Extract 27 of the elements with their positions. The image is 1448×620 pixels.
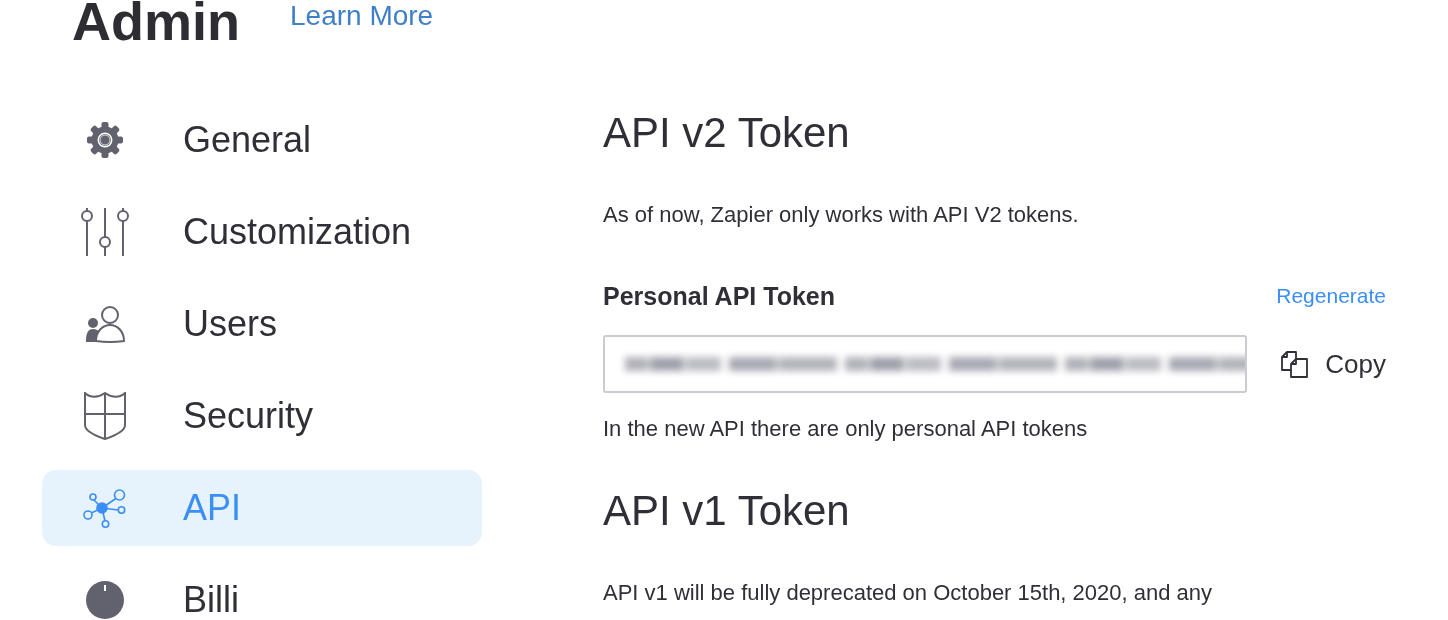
token-field[interactable] xyxy=(603,335,1247,393)
section-heading: API v2 Token xyxy=(603,109,851,157)
sidebar-item-label: General xyxy=(183,121,312,159)
learn-more-link[interactable]: Learn More xyxy=(290,0,434,32)
sidebar-item[interactable]: Security xyxy=(42,378,482,454)
section-note: As of now, Zapier only works with API V2 tokens. xyxy=(603,201,1080,229)
copy-button[interactable]: Copy xyxy=(1281,349,1386,379)
field-label: Personal API Token xyxy=(603,282,835,310)
shield-icon xyxy=(83,392,127,440)
sidebar-item-label: Customization xyxy=(183,213,412,251)
copy-icon xyxy=(1281,350,1309,378)
sidebar-item-label: Security xyxy=(183,397,314,435)
sidebar-item[interactable]: Customization xyxy=(42,194,482,270)
sliders-icon xyxy=(80,207,130,257)
sidebar-item[interactable]: Users xyxy=(42,286,482,362)
page-title: Admin xyxy=(72,0,240,48)
users-icon xyxy=(85,305,125,343)
sidebar-item-label: Billi xyxy=(183,581,239,619)
help-text: In the new API there are only personal API tokens xyxy=(603,415,1089,443)
section-note: API v1 will be fully deprecated on October 15th, 2020, and any xyxy=(603,579,1214,607)
sidebar-item[interactable]: Billi xyxy=(42,562,482,620)
sidebar-item-label: Users xyxy=(183,305,277,343)
gear-icon xyxy=(86,121,124,159)
network-icon xyxy=(83,488,127,528)
sidebar-item-label: API xyxy=(183,489,242,527)
section-heading: API v1 Token xyxy=(603,487,851,535)
sidebar-item[interactable]: General xyxy=(42,102,482,178)
